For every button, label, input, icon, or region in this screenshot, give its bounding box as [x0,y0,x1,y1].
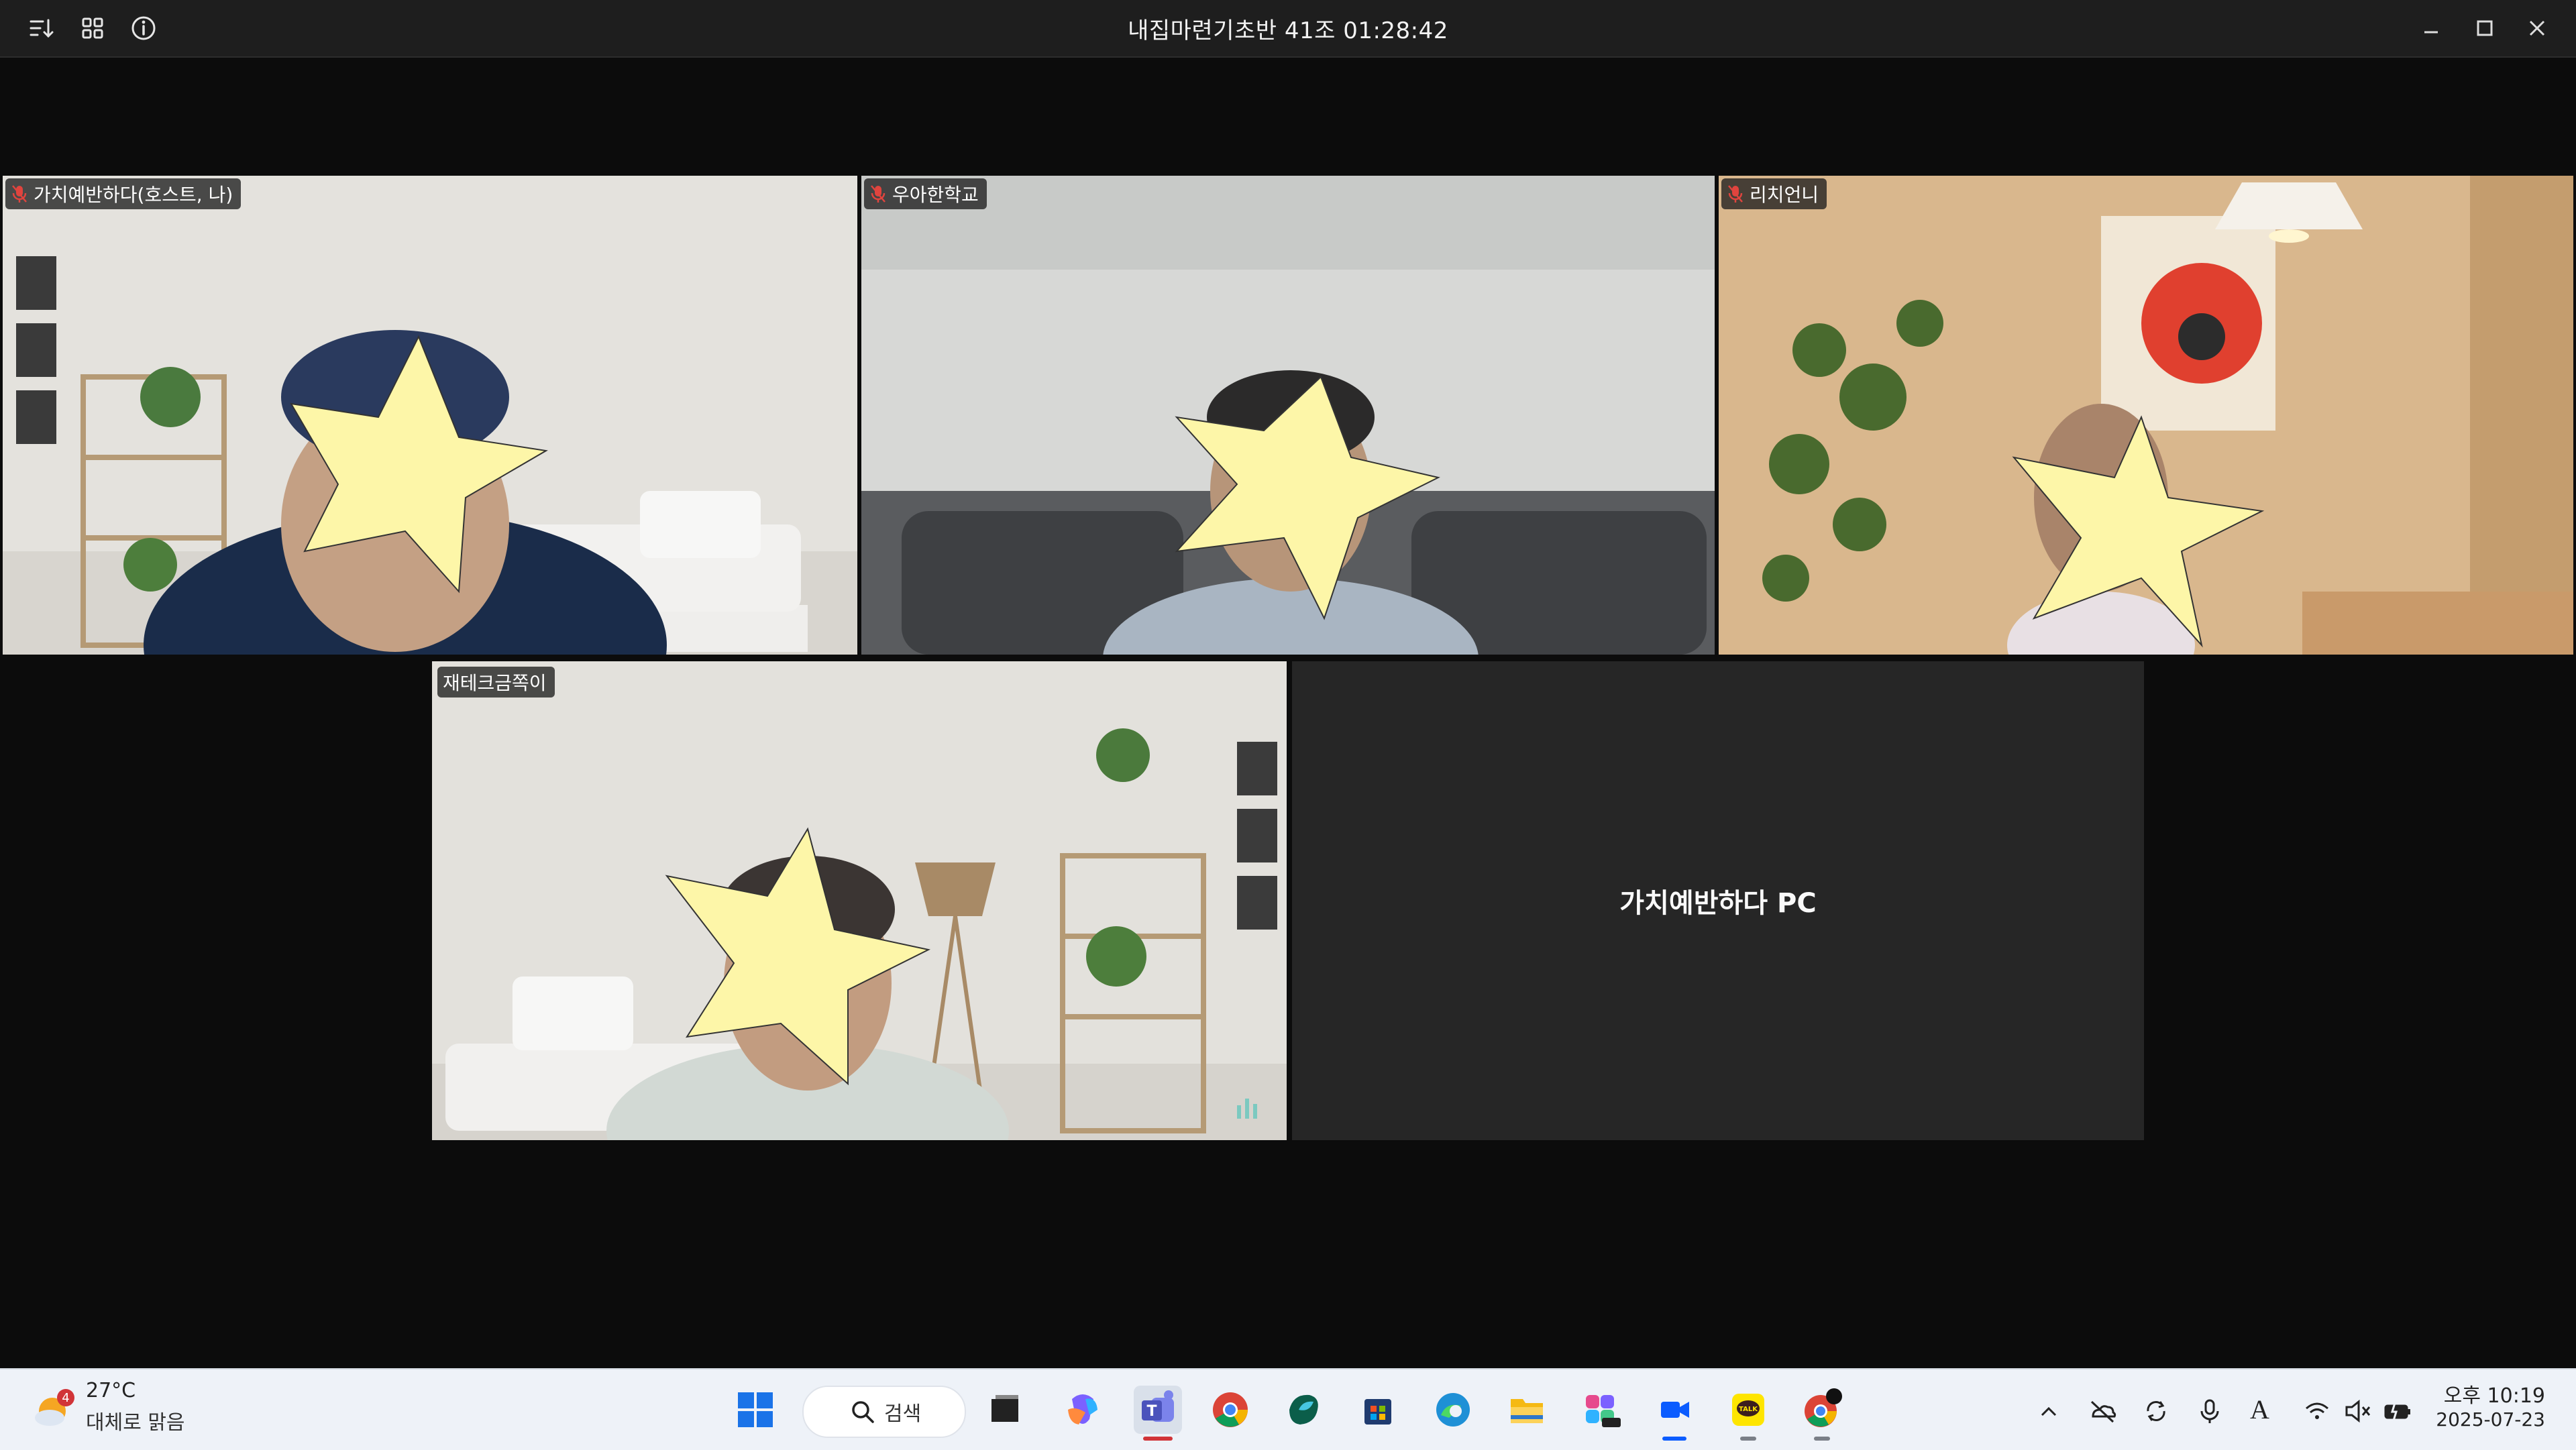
video-feed [861,176,1715,655]
participant-name: 리치언니 [1750,184,1819,206]
copilot-icon [1068,1394,1097,1425]
participant-name: 가치예반하다 PC [1619,888,1817,919]
participant-name-tag: 재테크금쪽이 [437,667,555,698]
active-indicator [1814,1437,1830,1441]
search-label: 검색 [884,1402,922,1426]
video-stage: 가치예반하다(호스트, 나) 우아한학교 리치언니 재테크금쪽이 가치예반하다 … [0,58,2576,1368]
video-feed [432,661,1287,1140]
speaker-mute-icon[interactable] [2341,1395,2373,1427]
onedrive-icon[interactable] [2086,1395,2118,1427]
active-indicator [1662,1437,1686,1441]
video-tile-host[interactable]: 가치예반하다(호스트, 나) [3,176,857,655]
teams-button[interactable]: T [1134,1386,1182,1441]
chrome-profile-icon [1805,1388,1842,1427]
meeting-title: 내집마련기초반 41조 01:28:42 [1128,17,1448,44]
zoom-button[interactable] [1650,1386,1699,1441]
store-button[interactable] [1354,1386,1402,1434]
maximize-icon[interactable] [2469,12,2501,44]
video-feed [3,176,857,655]
video-tile-participant[interactable]: 리치언니 [1719,176,2573,655]
task-view-button[interactable] [981,1386,1029,1434]
chrome-button[interactable] [1206,1386,1254,1434]
sync-icon[interactable] [2140,1395,2172,1427]
video-feed [1719,176,2573,655]
chrome-profile-button[interactable] [1798,1386,1846,1441]
edge-icon [1436,1393,1470,1427]
participant-name-tag: 리치언니 [1721,178,1827,209]
battery-icon[interactable] [2381,1395,2414,1427]
wifi-icon[interactable] [2301,1395,2333,1427]
search-box[interactable]: 검색 [802,1386,966,1438]
weather-description[interactable]: 대체로 맑음 [86,1406,185,1435]
chrome-icon [1213,1392,1248,1427]
video-tile-participant[interactable]: 우아한학교 [861,176,1715,655]
kakaotalk-icon: TALK [1732,1394,1764,1426]
search-icon [852,1401,874,1423]
active-indicator [1740,1437,1756,1441]
video-tile-pc[interactable]: 가치예반하다 PC [1292,661,2144,1140]
task-view-icon [991,1395,1018,1422]
teams-icon: T [1142,1390,1174,1422]
mic-muted-icon [871,185,885,203]
chevron-up-icon[interactable] [2033,1395,2065,1427]
minimize-icon[interactable] [2415,12,2447,44]
svg-text:T: T [1146,1403,1157,1420]
m365-button[interactable] [1576,1386,1625,1434]
app-icon [1289,1394,1318,1425]
title-bar: 내집마련기초반 41조 01:28:42 [0,0,2576,58]
edge-button[interactable] [1429,1386,1477,1434]
kakaotalk-button[interactable]: TALK [1724,1386,1772,1441]
participant-name-tag: 우아한학교 [864,178,987,209]
file-explorer-button[interactable] [1503,1386,1551,1434]
weather-badge: 4 [62,1391,69,1405]
participant-name: 가치예반하다(호스트, 나) [34,184,233,206]
mic-muted-icon [12,185,27,203]
file-explorer-icon [1511,1399,1543,1423]
video-tile-speaking[interactable]: 재테크금쪽이 [432,661,1287,1140]
start-button[interactable] [731,1386,780,1434]
mic-muted-icon [1728,185,1743,203]
close-icon[interactable] [2521,12,2553,44]
participant-name: 재테크금쪽이 [443,672,547,694]
clock-date[interactable]: 2025-07-23 [2436,1408,2545,1431]
ime-indicator[interactable]: A [2250,1394,2269,1425]
app-button[interactable] [1280,1386,1328,1434]
taskbar: 4 27°C 대체로 맑음 검색 T TALK A 오후 10:19 2025-… [0,1368,2576,1450]
start-icon [738,1392,773,1427]
store-icon [1364,1399,1391,1425]
zoom-icon [1661,1402,1689,1418]
active-indicator [1143,1437,1173,1441]
m365-icon [1586,1395,1621,1427]
svg-text:TALK: TALK [1739,1406,1758,1413]
weather-temperature[interactable]: 27°C [86,1379,136,1402]
weather-icon[interactable]: 4 [30,1387,76,1434]
microphone-icon[interactable] [2194,1395,2226,1427]
participant-name-tag: 가치예반하다(호스트, 나) [5,178,241,209]
participant-name: 우아한학교 [892,184,979,206]
copilot-button[interactable] [1059,1386,1107,1434]
clock-time[interactable]: 오후 10:19 [2444,1379,2545,1408]
